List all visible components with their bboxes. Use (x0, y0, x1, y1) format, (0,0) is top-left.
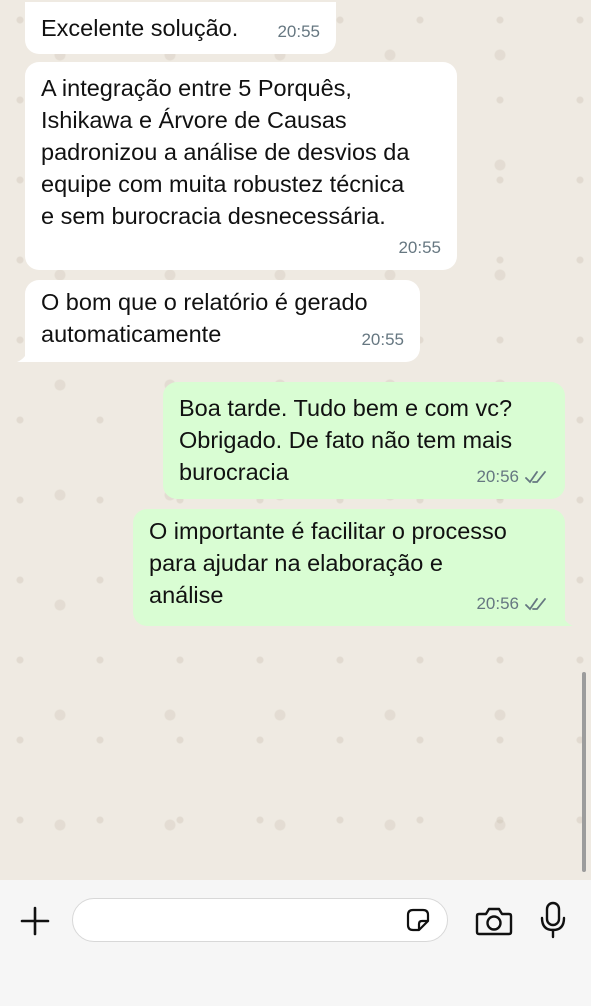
message-text: O bom que o relatório é gerado automatic… (41, 289, 368, 347)
chat-area[interactable]: Excelente solução. 20:55 A integração en… (0, 0, 591, 880)
message-meta: 20:55 (277, 16, 320, 48)
plus-icon[interactable] (18, 904, 52, 938)
double-check-icon (525, 597, 549, 611)
microphone-icon[interactable] (538, 900, 568, 940)
message-bubble-incoming[interactable]: O bom que o relatório é gerado automatic… (17, 280, 420, 362)
message-meta: 20:55 (361, 324, 404, 356)
sticker-icon[interactable] (405, 907, 431, 933)
message-bubble-outgoing[interactable]: O importante é facilitar o processo para… (133, 509, 573, 626)
bubble-tail (17, 346, 33, 362)
message-time: 20:56 (476, 594, 519, 613)
message-text: A integração entre 5 Porquês, Ishikawa e… (41, 75, 410, 229)
composer-bar (0, 880, 591, 1006)
message-meta: 20:55 (398, 232, 441, 264)
message-meta: 20:56 (476, 588, 549, 620)
message-bubble-incoming[interactable]: Excelente solução. 20:55 (25, 2, 336, 54)
message-time: 20:56 (476, 467, 519, 486)
message-time: 20:55 (277, 22, 320, 41)
message-meta: 20:56 (476, 461, 549, 493)
camera-icon[interactable] (474, 904, 514, 938)
message-time: 20:55 (361, 330, 404, 349)
message-bubble-incoming[interactable]: A integração entre 5 Porquês, Ishikawa e… (25, 62, 457, 270)
bubble-tail (557, 610, 573, 626)
message-time: 20:55 (398, 238, 441, 257)
double-check-icon (525, 470, 549, 484)
scrollbar[interactable] (582, 672, 586, 872)
message-bubble-outgoing[interactable]: Boa tarde. Tudo bem e com vc? Obrigado. … (163, 382, 565, 499)
message-input[interactable] (72, 898, 448, 942)
